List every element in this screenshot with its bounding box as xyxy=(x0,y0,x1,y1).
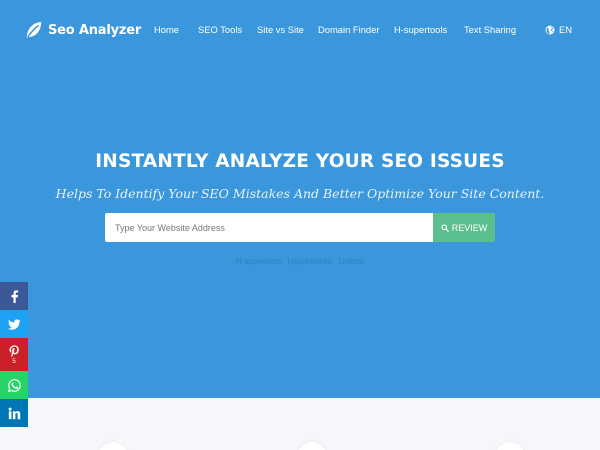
search-icon xyxy=(441,223,449,232)
partner-link-hijackstricks[interactable]: Hijackstricks xyxy=(288,257,332,266)
facebook-icon xyxy=(10,289,18,303)
leaf-icon xyxy=(26,21,42,39)
nav-h-supertools[interactable]: H-supertools xyxy=(394,24,447,35)
language-label: EN xyxy=(559,24,573,35)
linkedin-icon xyxy=(8,407,20,419)
hero-subtitle: Helps To Identify Your SEO Mistakes And … xyxy=(55,186,545,201)
whatsapp-icon xyxy=(7,378,21,392)
globe-icon xyxy=(545,25,555,34)
facebook-share-button[interactable] xyxy=(0,282,28,310)
nav-domain-finder[interactable]: Domain Finder xyxy=(318,24,379,35)
nav-seo-tools[interactable]: SEO Tools xyxy=(198,24,242,35)
content-section xyxy=(0,398,600,450)
pinterest-share-button[interactable]: 5 xyxy=(0,338,28,371)
linkedin-share-button[interactable] xyxy=(0,399,28,427)
nav-text-sharing[interactable]: Text Sharing xyxy=(464,24,516,35)
partner-link-h-supertools[interactable]: H-supertools xyxy=(236,257,281,266)
language-selector[interactable]: EN xyxy=(545,24,572,35)
website-address-input[interactable] xyxy=(105,213,433,242)
brand-logo[interactable]: Seo Analyzer xyxy=(25,19,141,41)
nav-site-vs-site[interactable]: Site vs Site xyxy=(257,24,304,35)
feature-circle xyxy=(98,442,128,450)
twitter-icon xyxy=(7,318,21,330)
social-share-bar: 5 xyxy=(0,282,28,427)
whatsapp-share-button[interactable] xyxy=(0,371,28,399)
pinterest-icon xyxy=(8,344,19,357)
pinterest-share-count: 5 xyxy=(12,358,16,365)
feature-circle xyxy=(495,442,525,450)
nav-home[interactable]: Home xyxy=(154,24,179,35)
review-button[interactable]: REVIEW xyxy=(433,213,495,242)
review-button-label: REVIEW xyxy=(451,222,488,233)
hero-section: Seo Analyzer Home SEO Tools Site vs Site… xyxy=(0,0,600,398)
hero-title: INSTANTLY ANALYZE YOUR SEO ISSUES xyxy=(95,151,505,172)
twitter-share-button[interactable] xyxy=(0,310,28,338)
search-form: REVIEW xyxy=(105,213,495,242)
partner-links: H-supertools Hijackstricks Linkme xyxy=(0,257,600,266)
partner-link-linkme[interactable]: Linkme xyxy=(338,257,364,266)
feature-circle xyxy=(297,442,327,450)
brand-name: Seo Analyzer xyxy=(48,22,142,38)
